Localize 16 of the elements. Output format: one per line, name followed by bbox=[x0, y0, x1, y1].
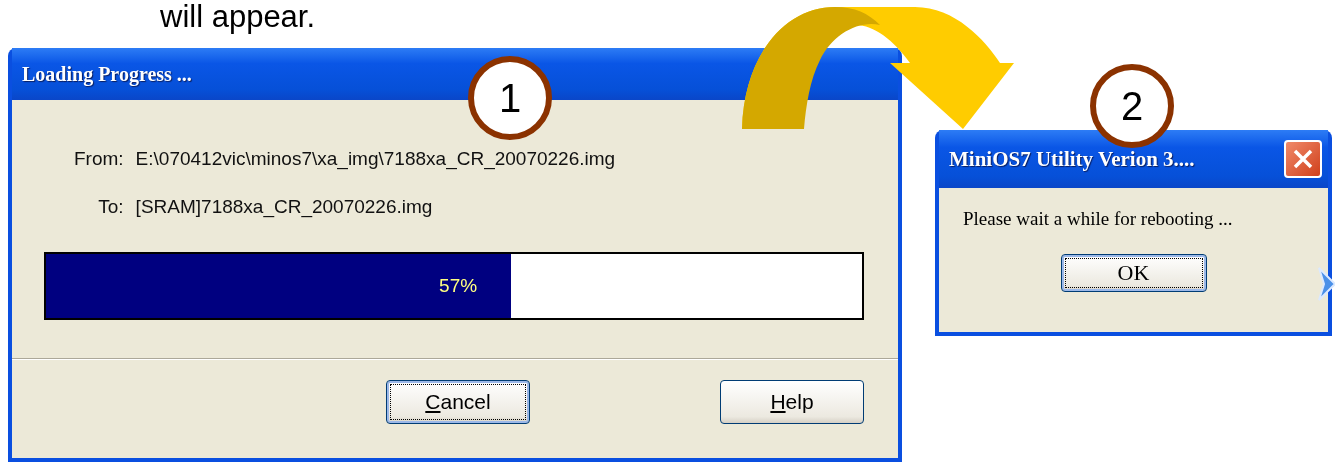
ok-button[interactable]: OK bbox=[1060, 254, 1207, 292]
next-arrow-icon bbox=[1318, 267, 1335, 301]
window-title: Loading Progress ... bbox=[22, 62, 193, 86]
field-value: E:\070412vic\minos7\xa_img\7188xa_CR_20070226.img bbox=[135, 148, 617, 170]
step-number-badge: 2 bbox=[1090, 64, 1174, 148]
field-label: To: bbox=[97, 196, 124, 218]
caption-text: will appear. bbox=[160, 0, 316, 34]
close-button[interactable] bbox=[1284, 140, 1322, 178]
help-button[interactable]: Help bbox=[720, 380, 864, 424]
field-value: [SRAM]7188xa_CR_20070226.img bbox=[135, 196, 434, 218]
window-title: MiniOS7 Utility Verion 3.... bbox=[949, 146, 1196, 172]
progress-reading: 57% bbox=[439, 275, 479, 297]
field-label: From: bbox=[74, 148, 124, 170]
message-text: Please wait a while for rebooting ... bbox=[962, 207, 1234, 230]
cancel-button[interactable]: Cancel bbox=[386, 380, 530, 424]
close-icon bbox=[1292, 148, 1314, 170]
